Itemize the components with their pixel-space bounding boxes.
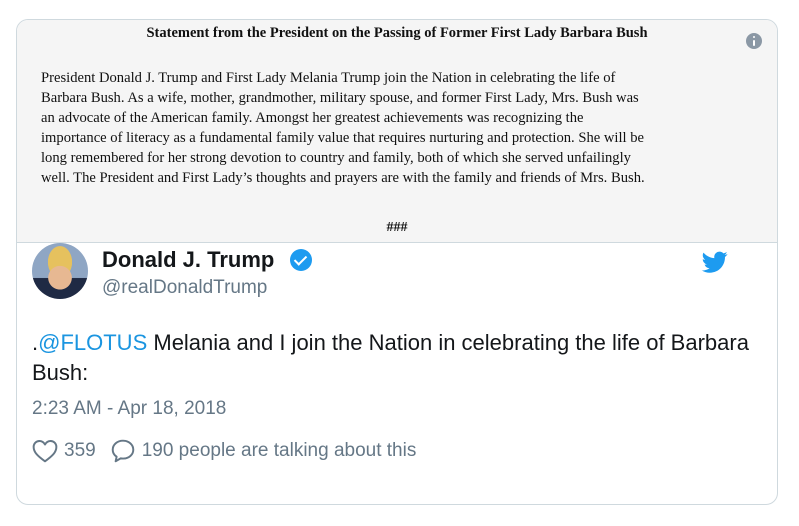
statement-line: importance of literacy as a fundamental … xyxy=(41,130,645,146)
statement-line: well. The President and First Lady’s tho… xyxy=(41,170,645,186)
twitter-bird-icon[interactable] xyxy=(700,249,730,275)
tweet-actions: 359 190 people are talking about this xyxy=(32,436,416,466)
tweet-text: .@FLOTUS Melania and I join the Nation i… xyxy=(32,328,752,388)
display-name[interactable]: Donald J. Trump xyxy=(102,247,274,273)
statement-title: Statement from the President on the Pass… xyxy=(146,25,648,41)
statement-image[interactable]: Statement from the President on the Pass… xyxy=(17,20,777,243)
avatar[interactable] xyxy=(32,243,88,299)
talking-count[interactable]: 190 people are talking about this xyxy=(142,440,417,462)
user-handle[interactable]: @realDonaldTrump xyxy=(102,277,267,299)
mention-link[interactable]: @FLOTUS xyxy=(38,330,147,355)
like-count[interactable]: 359 xyxy=(64,440,96,462)
reply-bubble-icon[interactable] xyxy=(110,438,136,464)
tweet-timestamp[interactable]: 2:23 AM - Apr 18, 2018 xyxy=(32,398,226,420)
statement-line: long remembered for her strong devotion … xyxy=(41,150,631,166)
statement-line: President Donald J. Trump and First Lady… xyxy=(41,70,616,86)
info-icon[interactable] xyxy=(746,33,762,49)
verified-badge-icon xyxy=(290,249,312,271)
statement-line: Barbara Bush. As a wife, mother, grandmo… xyxy=(41,90,639,106)
heart-icon[interactable] xyxy=(32,439,58,463)
statement-end-mark: ### xyxy=(386,220,408,235)
statement-body: President Donald J. Trump and First Lady… xyxy=(41,68,753,188)
statement-line: an advocate of the American family. Amon… xyxy=(41,110,584,126)
